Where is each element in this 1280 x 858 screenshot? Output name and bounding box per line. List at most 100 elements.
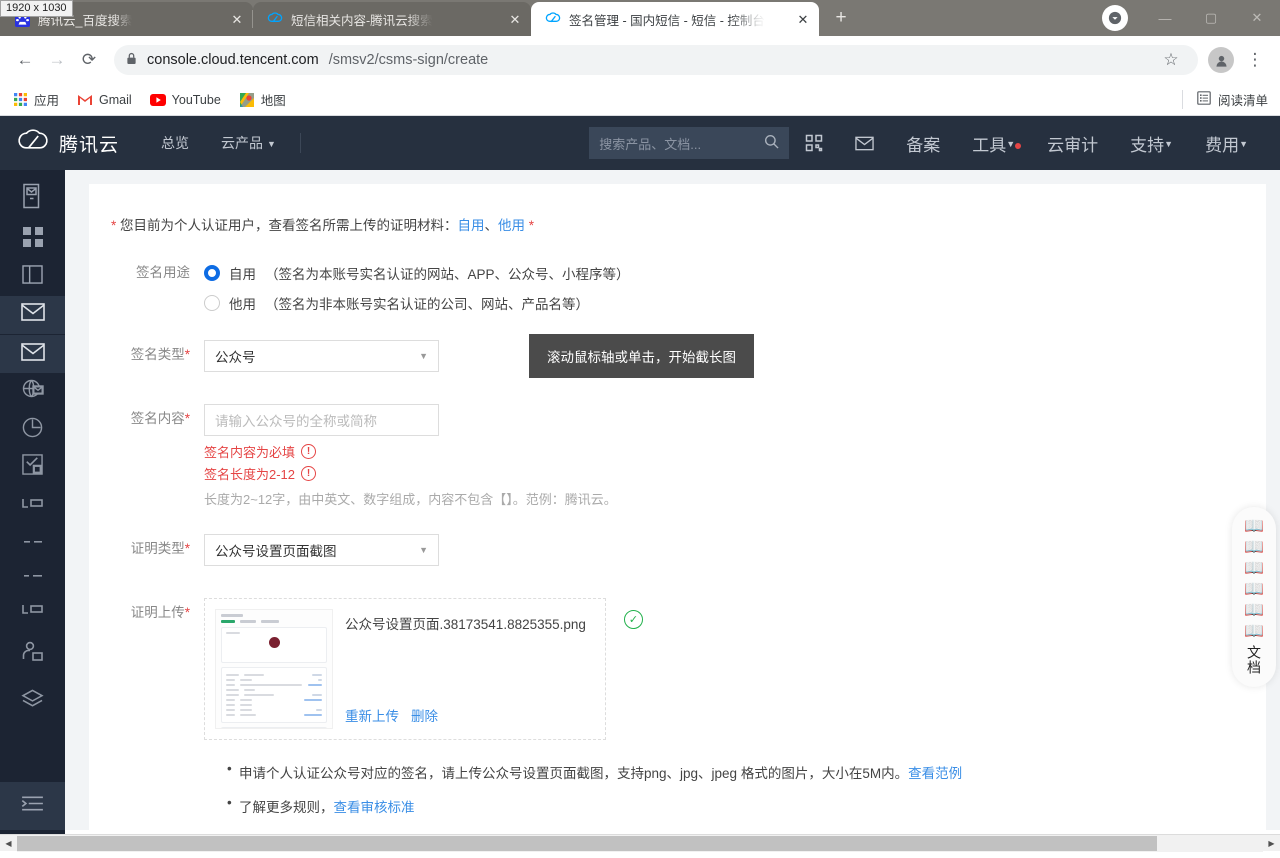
sign-type-select[interactable]: 公众号 ▼ (204, 340, 439, 372)
reload-button[interactable]: ⟳ (74, 45, 104, 75)
tab-close-icon[interactable]: ✕ (227, 9, 247, 29)
delete-link[interactable]: 删除 (411, 705, 438, 725)
sidebar-item-tasks[interactable] (0, 448, 65, 486)
header-search-box[interactable]: 搜索产品、文档... (589, 127, 789, 159)
docs-floating-widget[interactable]: 📖 📖 📖 📖 📖 📖 文档 (1232, 507, 1276, 687)
globe-mail-icon (22, 379, 44, 405)
forward-button[interactable]: → (42, 45, 72, 75)
sign-content-label: 签名内容* (111, 404, 204, 508)
sidebar-item-global-mail[interactable] (0, 373, 65, 411)
sidebar-item-collapse-menu[interactable] (0, 782, 65, 830)
browser-menu-button[interactable]: ⋮ (1240, 45, 1270, 75)
view-review-standard-link[interactable]: 查看审核标准 (334, 800, 415, 815)
browser-toolbar: ← → ⟳ console.cloud.tencent.com/smsv2/cs… (0, 36, 1280, 84)
user-settings-icon (22, 641, 44, 668)
proof-type-select[interactable]: 公众号设置页面截图 ▼ (204, 534, 439, 566)
avatar[interactable] (1208, 47, 1234, 73)
usage-radio-group: 自用 （签名为本账号实名认证的网站、APP、公众号、小程序等） 他用 （签名为非… (204, 258, 1236, 318)
new-tab-button[interactable]: + (827, 4, 855, 32)
label-text: 签名类型 (131, 347, 185, 362)
view-example-link[interactable]: 查看范例 (908, 766, 962, 781)
form-row-proof-upload: 证明上传* (111, 598, 1236, 740)
sign-content-placeholder: 请输入公众号的全称或简称 (215, 410, 377, 430)
nav-cloud-audit[interactable]: 云审计 (1031, 131, 1114, 156)
tencent-cloud-logo-icon (16, 129, 50, 158)
sidebar-item-layers[interactable] (0, 678, 65, 726)
profile-chip-icon[interactable] (1102, 5, 1128, 31)
bookmark-youtube[interactable]: YouTube (150, 92, 221, 108)
window-maximize-button[interactable]: ▢ (1188, 1, 1234, 35)
qrcode-icon[interactable] (789, 134, 839, 152)
notice-link-self-use[interactable]: 自用 (458, 218, 485, 233)
search-placeholder: 搜索产品、文档... (599, 134, 701, 153)
scroll-left-arrow-icon[interactable]: ◀ (0, 835, 17, 852)
notice-separator: 、 (485, 218, 499, 233)
nav-billing[interactable]: 费用 ▼ (1189, 131, 1264, 156)
tencent-cloud-icon (545, 11, 561, 27)
browser-tab-3-active[interactable]: 签名管理 - 国内短信 - 短信 - 控制台 ✕ (531, 2, 819, 36)
bookmark-maps[interactable]: 地图 (239, 90, 286, 109)
header-right-actions: 备案 工具 ▼ 云审计 支持 ▼ 费用 ▼ (789, 131, 1264, 156)
scroll-right-arrow-icon[interactable]: ▶ (1263, 835, 1280, 852)
window-minimize-button[interactable]: — (1142, 1, 1188, 35)
tab-close-icon[interactable]: ✕ (505, 9, 525, 29)
label-text: 证明上传 (131, 605, 185, 620)
nav-cloud-products[interactable]: 云产品 ▼ (205, 133, 292, 153)
book-icon: 📖 (1244, 579, 1264, 600)
minus-line-icon (22, 532, 44, 550)
usage-radio-other[interactable]: 他用 （签名为非本账号实名认证的公司、网站、产品名等） (204, 288, 1236, 318)
book-icon: 📖 (1244, 516, 1264, 537)
uploaded-screenshot-thumbnail[interactable] (215, 609, 333, 729)
nav-support[interactable]: 支持 ▼ (1114, 131, 1189, 156)
task-box-icon (22, 454, 43, 480)
form-row-proof-type: 证明类型* 公众号设置页面截图 ▼ (111, 534, 1236, 566)
nav-beian[interactable]: 备案 (890, 131, 956, 156)
notice-link-other-use[interactable]: 他用 (498, 218, 525, 233)
sidebar-item-line-2[interactable] (0, 558, 65, 592)
bookmark-star-icon[interactable]: ☆ (1156, 45, 1186, 75)
sidebar-item-sms-console[interactable] (0, 176, 65, 221)
sign-content-hint: 长度为2~12字，由中英文、数字组成，内容不包含【】。范例：腾讯云。 (204, 489, 1236, 508)
nav-label: 云产品 (221, 133, 263, 153)
scrollbar-thumb[interactable] (17, 836, 1157, 851)
address-bar[interactable]: console.cloud.tencent.com/smsv2/csms-sig… (114, 45, 1198, 75)
bookmark-gmail[interactable]: Gmail (77, 92, 132, 108)
nav-overview[interactable]: 总览 (145, 133, 205, 153)
sidebar-item-dashboard[interactable] (0, 221, 65, 259)
usage-radio-self[interactable]: 自用 （签名为本账号实名认证的网站、APP、公众号、小程序等） (204, 258, 1236, 288)
sidebar-item-template[interactable] (0, 486, 65, 524)
radio-selected-icon[interactable] (204, 265, 220, 281)
sidebar-item-international-sms[interactable] (0, 335, 65, 373)
reupload-link[interactable]: 重新上传 (345, 705, 399, 725)
mail-icon[interactable] (839, 136, 890, 151)
book-icon: 📖 (1244, 621, 1264, 642)
tencent-cloud-logo[interactable]: 腾讯云 (16, 129, 119, 158)
reading-list-button[interactable]: 阅读清单 (1182, 90, 1268, 109)
sidebar-item-user-settings[interactable] (0, 630, 65, 678)
browser-tab-2[interactable]: 短信相关内容-腾讯云搜索 ✕ (253, 2, 531, 36)
sidebar-item-panel[interactable] (0, 258, 65, 296)
chevron-down-icon: ▼ (267, 139, 276, 149)
radio-unselected-icon[interactable] (204, 295, 220, 311)
window-close-button[interactable]: ✕ (1234, 1, 1280, 35)
tab-close-icon[interactable]: ✕ (793, 9, 813, 29)
search-icon[interactable] (764, 134, 779, 153)
back-button[interactable]: ← (10, 45, 40, 75)
sidebar-item-domestic-sms[interactable] (0, 296, 65, 334)
screenshot-size-overlay: 1920 x 1030 (0, 0, 73, 17)
sms-console-icon (21, 183, 45, 214)
nav-label: 费用 (1205, 131, 1239, 156)
scrollbar-track[interactable] (17, 835, 1263, 852)
horizontal-scrollbar[interactable]: ◀ ▶ (0, 834, 1280, 851)
bookmark-apps[interactable]: 应用 (12, 90, 59, 109)
nav-tools[interactable]: 工具 ▼ (956, 131, 1031, 156)
sidebar-item-line-1[interactable] (0, 524, 65, 558)
sidebar-item-statistics[interactable] (0, 411, 65, 449)
content-bottom-filler (65, 830, 1280, 834)
url-path: /smsv2/csms-sign/create (329, 52, 489, 68)
sign-content-input[interactable]: 请输入公众号的全称或简称 (204, 404, 439, 436)
form-row-usage: 签名用途 自用 （签名为本账号实名认证的网站、APP、公众号、小程序等） 他用 … (111, 258, 1236, 318)
rule-item-2: 了解更多规则，查看审核标准 (227, 796, 1236, 816)
lock-icon (126, 52, 137, 68)
sidebar-item-signature[interactable] (0, 592, 65, 630)
